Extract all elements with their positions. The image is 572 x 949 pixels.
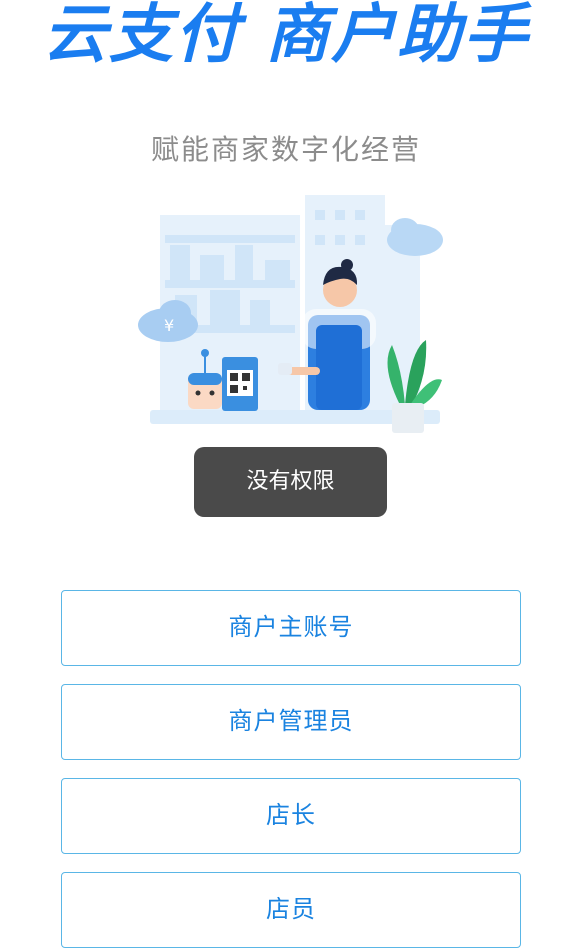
tagline: 赋能商家数字化经营 [150, 133, 421, 166]
role-button-merchant-admin[interactable]: 商户管理员 [61, 684, 521, 760]
app-title: 云支付 商户助手 [42, 0, 530, 72]
yen-symbol: ¥ [164, 316, 174, 335]
role-button-store-manager[interactable]: 店长 [61, 778, 521, 854]
cloud-icon [387, 218, 443, 256]
login-role-page: 云支付 商户助手 赋能商家数字化经营 ¥ 没有权限 商户主账号 商户管理员 店长… [0, 0, 572, 949]
merchant-illustration: ¥ [138, 195, 443, 433]
role-button-store-clerk[interactable]: 店员 [61, 872, 521, 948]
role-button-merchant-main-account[interactable]: 商户主账号 [61, 590, 521, 666]
qr-stand-icon [222, 357, 258, 411]
role-list: 商户主账号 商户管理员 店长 店员 [61, 590, 521, 949]
toast-message: 没有权限 [194, 447, 387, 517]
